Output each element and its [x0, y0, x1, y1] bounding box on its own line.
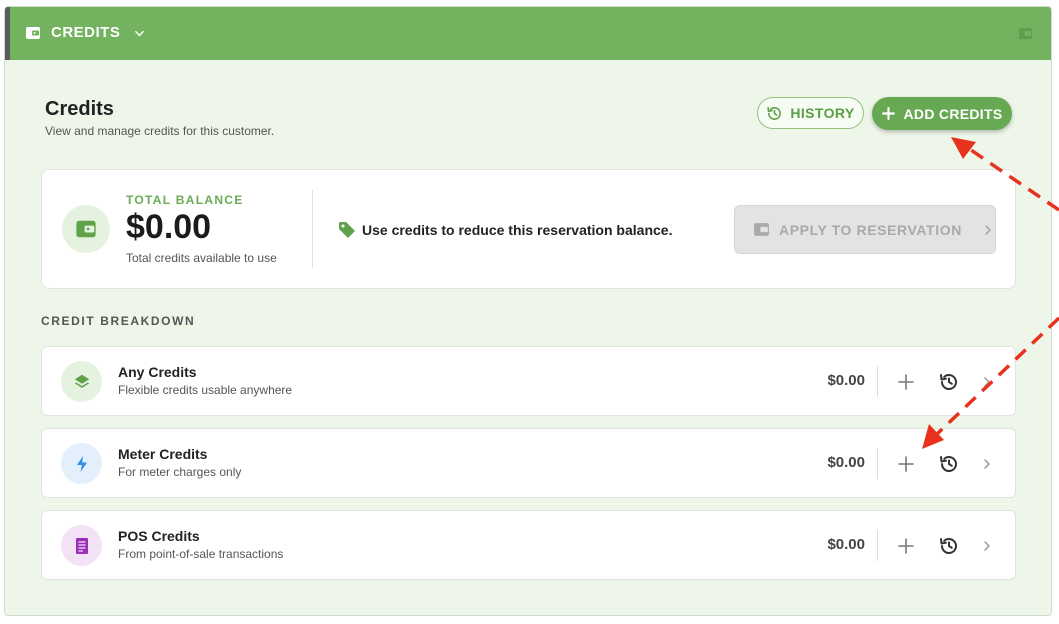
row-description: For meter charges only [118, 465, 242, 479]
wallet-icon [26, 27, 40, 39]
row-title: POS Credits [118, 528, 200, 544]
wallet-icon [1018, 27, 1033, 40]
tag-icon [339, 222, 355, 238]
history-icon [767, 106, 782, 120]
row-description: From point-of-sale transactions [118, 547, 284, 561]
row-amount: $0.00 [827, 454, 865, 471]
row-divider [877, 366, 878, 397]
total-balance-subtitle: Total credits available to use [126, 251, 277, 265]
row-icon-badge [61, 361, 102, 402]
total-balance-label: TOTAL BALANCE [126, 193, 244, 207]
chevron-right-icon[interactable] [980, 457, 994, 471]
credit-row-meter[interactable]: Meter Credits For meter charges only $0.… [41, 428, 1016, 498]
apply-to-reservation-button[interactable]: APPLY TO RESERVATION [734, 205, 996, 254]
balance-card: TOTAL BALANCE $0.00 Total credits availa… [41, 169, 1016, 289]
chevron-right-icon[interactable] [980, 539, 994, 553]
total-balance-amount: $0.00 [126, 208, 212, 246]
row-title: Any Credits [118, 364, 197, 380]
add-icon[interactable] [895, 453, 917, 475]
history-icon[interactable] [937, 452, 961, 476]
add-icon[interactable] [895, 535, 917, 557]
apply-label: APPLY TO RESERVATION [779, 221, 962, 238]
panel-title: CREDITS [51, 24, 121, 41]
row-amount: $0.00 [827, 536, 865, 553]
history-button[interactable]: HISTORY [757, 97, 864, 129]
history-label: HISTORY [790, 105, 855, 121]
row-description: Flexible credits usable anywhere [118, 383, 293, 397]
row-divider [877, 530, 878, 561]
credits-panel: CREDITS Credits View and manage credits … [4, 6, 1052, 616]
add-credits-label: ADD CREDITS [903, 105, 1003, 122]
add-icon[interactable] [895, 371, 917, 393]
wallet-icon [754, 223, 769, 236]
divider [312, 190, 313, 268]
panel-header[interactable]: CREDITS [5, 7, 1051, 60]
credit-row-pos[interactable]: POS Credits From point-of-sale transacti… [41, 510, 1016, 580]
chevron-right-icon [985, 224, 991, 235]
lightning-icon [76, 455, 87, 472]
wallet-icon [76, 220, 96, 238]
credit-row-any[interactable]: Any Credits Flexible credits usable anyw… [41, 346, 1016, 416]
row-title: Meter Credits [118, 446, 208, 462]
credit-breakdown-heading: CREDIT BREAKDOWN [41, 314, 196, 328]
history-icon[interactable] [937, 534, 961, 558]
add-credits-button[interactable]: ADD CREDITS [872, 97, 1012, 130]
history-icon[interactable] [937, 370, 961, 394]
chevron-down-icon[interactable] [134, 28, 145, 39]
page-title: Credits [45, 98, 114, 120]
page-subtitle: View and manage credits for this custome… [45, 124, 275, 138]
balance-wallet-avatar [62, 205, 110, 253]
layers-icon [74, 374, 89, 388]
receipt-icon [75, 537, 88, 554]
row-divider [877, 448, 878, 479]
plus-icon [881, 107, 895, 120]
promo-text: Use credits to reduce this reservation b… [362, 222, 673, 238]
row-amount: $0.00 [827, 372, 865, 389]
row-icon-badge [61, 443, 102, 484]
row-icon-badge [61, 525, 102, 566]
chevron-right-icon[interactable] [980, 375, 994, 389]
